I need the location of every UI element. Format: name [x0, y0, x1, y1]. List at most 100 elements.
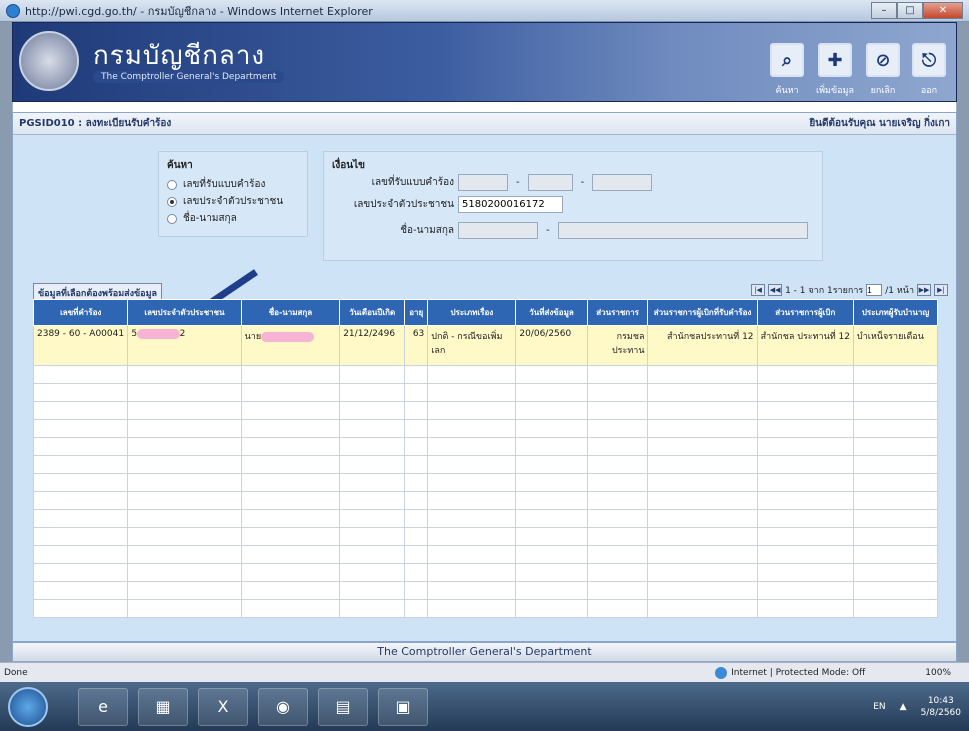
empty-table-row: [32, 509, 938, 528]
empty-cell: [427, 383, 517, 402]
last-page-button[interactable]: ▶|: [934, 284, 948, 296]
exit-button-label: ออก: [920, 86, 938, 96]
system-tray: EN ▲ 10:43 5/8/2560: [873, 695, 969, 719]
name-row: ชื่อ-นามสกุล -: [334, 222, 808, 239]
radio-request-no[interactable]: [167, 179, 177, 190]
citizen-id-label: เลขประจำตัวประชาชน: [353, 199, 454, 210]
empty-cell: [586, 509, 649, 528]
browser-titlebar: http://pwi.cgd.go.th/ - กรมบัญชีกลาง - W…: [0, 0, 969, 22]
empty-cell: [756, 581, 855, 600]
empty-cell: [647, 599, 758, 618]
empty-table-row: [32, 437, 938, 456]
search-button[interactable]: ⌕ ค้นหา: [770, 43, 805, 97]
request-no-field-3[interactable]: [592, 174, 653, 191]
empty-cell: [756, 437, 855, 456]
start-button[interactable]: [8, 686, 48, 727]
column-header: ชื่อ-นามสกุล: [240, 299, 341, 326]
last-name-input[interactable]: [557, 222, 808, 239]
add-button-label: เพิ่มข้อมูล: [816, 86, 854, 96]
citizen-id-row: เลขประจำตัวประชาชน: [334, 196, 563, 213]
cell-pension-type: บำเหน็จรายเดือน: [853, 325, 938, 366]
empty-cell: [647, 455, 758, 474]
empty-cell: [756, 545, 855, 564]
cancel-button[interactable]: ⊘ ยกเลิก: [866, 43, 900, 97]
folder-taskbar-icon[interactable]: ▤: [318, 687, 368, 726]
exit-button[interactable]: ⎋ ออก: [912, 43, 946, 97]
minimize-button[interactable]: –: [871, 2, 897, 19]
citizen-id-input[interactable]: [458, 196, 563, 213]
ie-taskbar-icon[interactable]: e: [78, 687, 128, 726]
empty-cell: [427, 455, 517, 474]
radio-citizen-id[interactable]: [167, 196, 177, 207]
empty-cell: [240, 563, 341, 582]
empty-cell: [756, 383, 855, 402]
empty-cell: [339, 509, 406, 528]
column-header: ประเภทเรื่อง: [427, 299, 517, 326]
empty-cell: [32, 401, 129, 420]
table-row[interactable]: 2389 - 60 - A000415••••••••2นาย•••••••••…: [32, 325, 938, 366]
next-page-button[interactable]: ▶▶: [917, 284, 931, 296]
empty-cell: [32, 581, 129, 600]
cancel-button-label: ยกเลิก: [870, 86, 896, 96]
maximize-button[interactable]: □: [897, 2, 923, 19]
empty-cell: [404, 599, 429, 618]
welcome-text: ยินดีต้อนรับคุณ นายเจริญ กิ่งเกา: [809, 118, 950, 129]
search-option-name[interactable]: ชื่อ-นามสกุล: [167, 211, 299, 226]
empty-table-row: [32, 599, 938, 618]
empty-cell: [32, 383, 129, 402]
empty-cell: [853, 527, 938, 546]
network-icon[interactable]: ▲: [900, 702, 907, 712]
cell-type: ปกติ - กรณีขอเพิ่มเลก: [427, 325, 517, 366]
first-name-input[interactable]: [458, 222, 538, 239]
excel-taskbar-icon[interactable]: X: [198, 687, 248, 726]
app-taskbar-icon[interactable]: ▣: [378, 687, 428, 726]
conditions-legend: เงื่อนไข: [332, 160, 366, 171]
empty-cell: [127, 437, 242, 456]
empty-cell: [240, 527, 341, 546]
search-option-request-no[interactable]: เลขที่รับแบบคำร้อง: [167, 177, 299, 192]
empty-cell: [32, 365, 129, 384]
cell-dob: 21/12/2496: [339, 325, 406, 366]
request-no-label: เลขที่รับแบบคำร้อง: [371, 177, 454, 188]
empty-table-row: [32, 581, 938, 600]
clock[interactable]: 10:43 5/8/2560: [921, 695, 961, 719]
empty-cell: [586, 401, 649, 420]
empty-cell: [127, 455, 242, 474]
first-page-button[interactable]: |◀: [751, 284, 766, 296]
pager: |◀ ◀◀ 1 - 1 จาก 1รายการ /1 หน้า ▶▶ ▶|: [751, 283, 948, 297]
empty-cell: [853, 437, 938, 456]
search-option-citizen-id[interactable]: เลขประจำตัวประชาชน: [167, 194, 299, 209]
language-indicator[interactable]: EN: [873, 702, 885, 712]
empty-cell: [586, 545, 649, 564]
empty-cell: [404, 527, 429, 546]
request-no-field-2[interactable]: [527, 174, 573, 191]
prev-page-button[interactable]: ◀◀: [768, 284, 783, 296]
empty-cell: [586, 455, 649, 474]
empty-cell: [853, 419, 938, 438]
empty-cell: [515, 365, 588, 384]
empty-table-row: [32, 401, 938, 420]
browser-statusbar: Done Internet | Protected Mode: Off 100%: [0, 662, 969, 682]
empty-cell: [427, 581, 517, 600]
empty-cell: [515, 509, 588, 528]
explorer-taskbar-icon[interactable]: ▦: [138, 687, 188, 726]
request-no-field-1[interactable]: [458, 174, 508, 191]
radio-name[interactable]: [167, 213, 177, 224]
zoom-level[interactable]: 100%: [925, 668, 951, 678]
empty-cell: [127, 383, 242, 402]
chrome-taskbar-icon[interactable]: ◉: [258, 687, 308, 726]
cell-citizen-id: 5••••••••2: [127, 325, 242, 366]
add-button[interactable]: ✚ เพิ่มข้อมูล: [816, 43, 854, 97]
empty-cell: [853, 401, 938, 420]
page-number-input[interactable]: [866, 284, 883, 296]
empty-cell: [240, 491, 341, 510]
exit-icon: ⎋: [912, 43, 946, 77]
empty-cell: [339, 527, 406, 546]
empty-cell: [586, 563, 649, 582]
empty-cell: [240, 473, 341, 492]
security-zone: Internet | Protected Mode: Off: [715, 666, 865, 679]
empty-cell: [427, 365, 517, 384]
empty-cell: [647, 509, 758, 528]
conditions-panel: เงื่อนไข เลขที่รับแบบคำร้อง - - เลขประจำ…: [323, 151, 823, 261]
close-button[interactable]: ✕: [923, 2, 963, 19]
